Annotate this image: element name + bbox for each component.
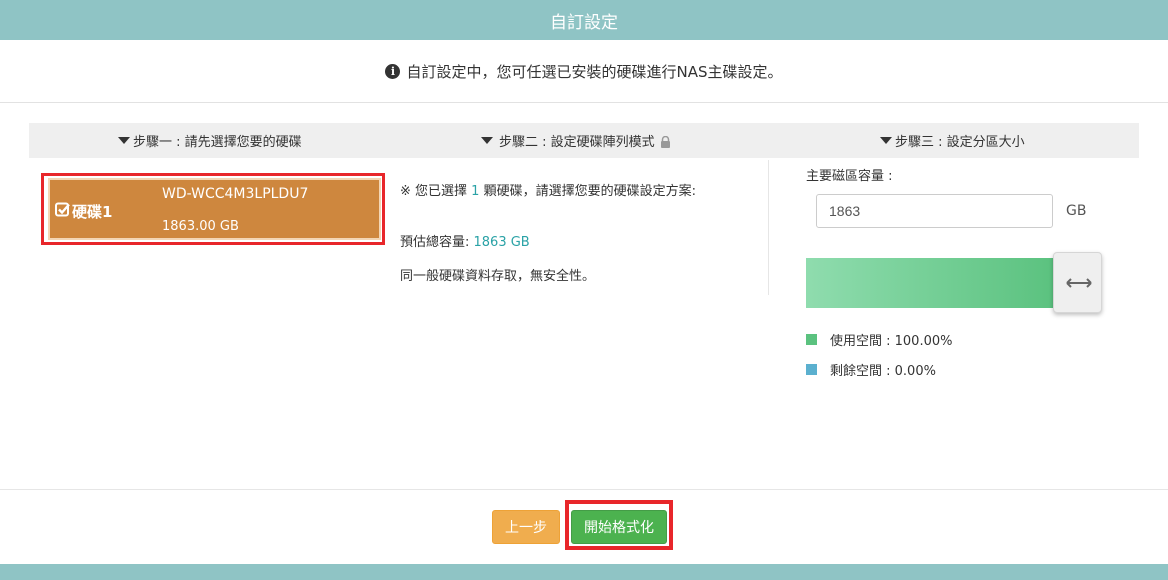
start-format-button[interactable]: 開始格式化: [571, 510, 667, 544]
dialog-title: 自訂設定: [0, 0, 1168, 40]
legend-used: 使用空間 : 100.00%: [806, 330, 953, 349]
caret-down-icon: [118, 137, 130, 144]
disk-size: 1863.00 GB: [162, 219, 239, 234]
used-swatch: [806, 334, 817, 345]
step-2-header: 步驟二 : 設定硬碟陣列模式: [481, 123, 671, 158]
caret-down-icon: [880, 137, 892, 144]
disk-card[interactable]: 硬碟1 WD-WCC4M3LPLDU7 1863.00 GB: [48, 178, 381, 240]
selected-disks-text: ※ 您已選擇 1 顆硬碟，請選擇您要的硬碟設定方案:: [400, 180, 696, 199]
selected-suffix: 顆硬碟，請選擇您要的硬碟設定方案:: [479, 184, 696, 199]
legend-free-label: 剩餘空間 : 0.00%: [830, 364, 936, 379]
info-banner: i 自訂設定中，您可任選已安裝的硬碟進行NAS主碟設定。: [0, 40, 1168, 103]
info-icon: i: [385, 63, 401, 79]
step-3-label: 步驟三 : 設定分區大小: [895, 135, 1025, 150]
footer-divider: [0, 489, 1168, 490]
selected-prefix: ※ 您已選擇: [400, 184, 472, 199]
free-swatch: [806, 364, 817, 375]
info-text: 自訂設定中，您可任選已安裝的硬碟進行NAS主碟設定。: [406, 62, 783, 81]
disk-model: WD-WCC4M3LPLDU7: [162, 186, 309, 202]
capacity-value: 1863 GB: [473, 235, 530, 250]
mode-description: 同一般硬碟資料存取，無安全性。: [400, 269, 596, 284]
primary-capacity-label: 主要磁區容量 :: [806, 169, 893, 184]
checkbox-checked-icon: [55, 202, 70, 217]
primary-capacity-input[interactable]: [816, 194, 1053, 228]
legend-free: 剩餘空間 : 0.00%: [806, 360, 936, 379]
partition-bar: [806, 258, 1055, 308]
step-1-header: 步驟一 : 請先選擇您要的硬碟: [118, 123, 302, 158]
step-1-label: 步驟一 : 請先選擇您要的硬碟: [133, 135, 302, 150]
column-divider: [768, 160, 769, 295]
capacity-label: 預估總容量:: [400, 235, 474, 250]
step-2-label: 步驟二 : 設定硬碟陣列模式: [499, 135, 655, 150]
capacity-unit: GB: [1066, 203, 1087, 219]
legend-used-label: 使用空間 : 100.00%: [830, 334, 953, 349]
steps-header: 步驟一 : 請先選擇您要的硬碟 步驟二 : 設定硬碟陣列模式 步驟三 : 設定分…: [29, 123, 1139, 158]
resize-horizontal-icon: [1066, 278, 1092, 288]
prev-step-button[interactable]: 上一步: [492, 510, 560, 544]
partition-slider-handle[interactable]: [1053, 252, 1102, 313]
step-3-header: 步驟三 : 設定分區大小: [880, 123, 1025, 158]
disk-name: 硬碟1: [72, 203, 113, 221]
bottom-bar: [0, 564, 1168, 580]
estimated-capacity: 預估總容量: 1863 GB: [400, 231, 530, 250]
caret-down-icon: [481, 137, 493, 144]
lock-icon: [660, 135, 670, 148]
